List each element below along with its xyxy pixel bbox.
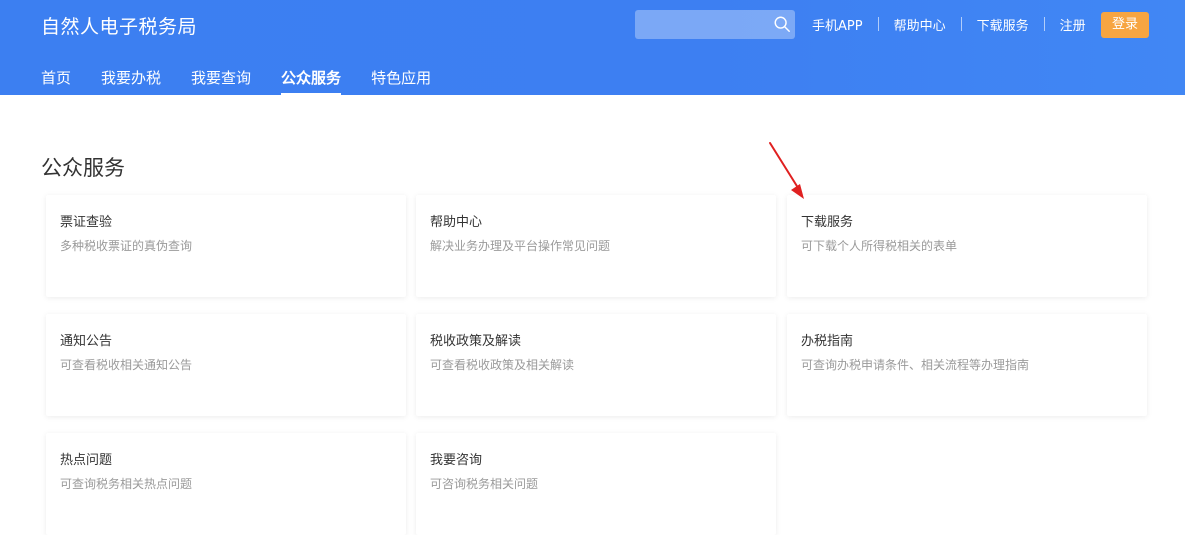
site-title[interactable]: 自然人电子税务局: [41, 12, 197, 39]
card-tax-guide[interactable]: 办税指南 可查询办税申请条件、相关流程等办理指南: [787, 314, 1147, 416]
card-title: 帮助中心: [430, 215, 483, 230]
divider: [877, 17, 879, 31]
card-title: 下载服务: [801, 215, 854, 230]
card-invoice-verification[interactable]: 票证查验 多种税收票证的真伪查询: [46, 195, 406, 297]
top-links: 手机APP 帮助中心 下载服务 注册: [812, 15, 1086, 34]
card-title: 通知公告: [60, 334, 113, 349]
card-download-service[interactable]: 下载服务 可下载个人所得税相关的表单: [787, 195, 1147, 297]
card-desc: 可下载个人所得税相关的表单: [801, 239, 958, 253]
card-desc: 可查看税收相关通知公告: [60, 358, 193, 372]
card-title: 我要咨询: [430, 453, 483, 468]
login-button[interactable]: 登录: [1101, 12, 1149, 38]
card-hot-issues[interactable]: 热点问题 可查询税务相关热点问题: [46, 433, 406, 535]
card-title: 税收政策及解读: [430, 334, 522, 349]
search-input[interactable]: [635, 10, 795, 39]
nav-item-public-service[interactable]: 公众服务: [281, 67, 342, 95]
card-consult[interactable]: 我要咨询 可咨询税务相关问题: [416, 433, 776, 535]
card-desc: 可咨询税务相关问题: [430, 477, 539, 491]
card-desc: 多种税收票证的真伪查询: [60, 239, 193, 253]
nav-item-tax-handling[interactable]: 我要办税: [101, 67, 161, 95]
card-desc: 可查看税收政策及相关解读: [430, 358, 575, 372]
mobile-app-link[interactable]: 手机APP: [812, 15, 863, 34]
card-title: 票证查验: [60, 215, 113, 230]
card-notices[interactable]: 通知公告 可查看税收相关通知公告: [46, 314, 406, 416]
nav-item-query[interactable]: 我要查询: [191, 67, 251, 95]
divider: [960, 17, 962, 31]
divider: [1043, 17, 1045, 31]
card-tax-policy[interactable]: 税收政策及解读 可查看税收政策及相关解读: [416, 314, 776, 416]
main-nav: 首页 我要办税 我要查询 公众服务 特色应用: [41, 67, 461, 95]
card-help-center[interactable]: 帮助中心 解决业务办理及平台操作常见问题: [416, 195, 776, 297]
page-title: 公众服务: [41, 156, 125, 180]
help-center-link[interactable]: 帮助中心: [894, 15, 946, 34]
nav-item-featured-apps[interactable]: 特色应用: [371, 67, 431, 95]
nav-item-home[interactable]: 首页: [41, 67, 71, 95]
card-desc: 可查询税务相关热点问题: [60, 477, 193, 491]
header-bar: 自然人电子税务局 手机APP 帮助中心 下载服务 注册 登录 首页 我要办税 我…: [0, 0, 1185, 95]
card-title: 热点问题: [60, 453, 113, 468]
search-icon[interactable]: [773, 15, 791, 33]
download-service-link[interactable]: 下载服务: [977, 15, 1029, 34]
register-link[interactable]: 注册: [1060, 15, 1086, 34]
card-desc: 可查询办税申请条件、相关流程等办理指南: [801, 358, 1030, 372]
annotation-arrow-icon: [769, 142, 804, 199]
card-title: 办税指南: [801, 334, 854, 349]
card-desc: 解决业务办理及平台操作常见问题: [430, 239, 611, 253]
